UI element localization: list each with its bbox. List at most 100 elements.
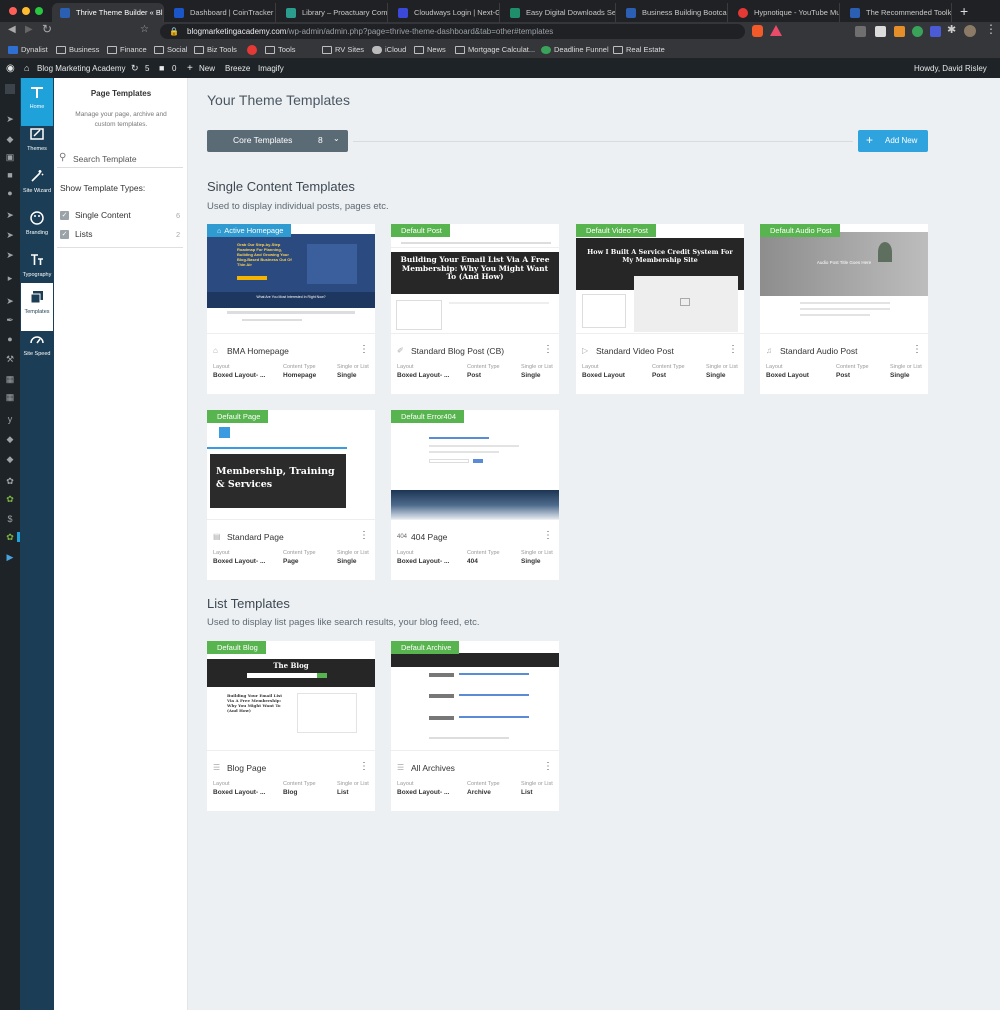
bookmark-item[interactable]: Dynalist: [8, 44, 48, 56]
leaf-icon[interactable]: ✿: [5, 532, 15, 542]
pin-icon[interactable]: ➤: [5, 230, 15, 240]
tools-icon[interactable]: ⚒: [5, 354, 15, 364]
template-preview[interactable]: Default Page Membership, Training & Serv…: [207, 410, 375, 520]
pin-icon[interactable]: ➤: [5, 296, 15, 306]
template-card[interactable]: Default Blog The Blog Building Your Emai…: [207, 641, 375, 811]
bookmark-folder[interactable]: Business: [56, 44, 99, 56]
thrive-dashboard-icon[interactable]: ●: [5, 188, 15, 198]
more-options-icon[interactable]: ⋮: [359, 761, 369, 773]
imagify-link[interactable]: Imagify: [258, 59, 284, 78]
brush-icon[interactable]: ✒: [5, 315, 15, 325]
pin-icon[interactable]: ➤: [5, 114, 15, 124]
howdy-user-link[interactable]: Howdy, David Risley: [914, 59, 987, 78]
template-preview[interactable]: Default Post Building Your Email List Vi…: [391, 224, 559, 334]
template-card[interactable]: Default Post Building Your Email List Vi…: [391, 224, 559, 394]
template-card[interactable]: Default Error404 404 404 Page ⋮ Layout Co…: [391, 410, 559, 580]
checkbox-checked-icon[interactable]: ✓: [60, 230, 69, 239]
site-name-link[interactable]: Blog Marketing Academy: [37, 59, 126, 78]
nav-site-wizard[interactable]: Site Wizard: [21, 162, 53, 210]
url-bar[interactable]: 🔒 blogmarketingacademy.com/wp-admin/admi…: [160, 24, 745, 39]
core-templates-dropdown[interactable]: Core Templates 8 ⌄: [207, 130, 348, 152]
template-card[interactable]: Default Archive ☰ All Archives ⋮ Layout C…: [391, 641, 559, 811]
bookmark-folder[interactable]: Real Estate: [613, 44, 665, 56]
add-new-button[interactable]: + Add New: [858, 130, 928, 152]
template-preview[interactable]: Default Error404: [391, 410, 559, 520]
extension-icon[interactable]: [894, 26, 905, 37]
close-window-icon[interactable]: [9, 7, 17, 15]
more-options-icon[interactable]: ⋮: [912, 344, 922, 356]
forward-icon[interactable]: ▶: [25, 24, 33, 35]
browser-tab[interactable]: Business Building Bootcamp: [618, 3, 728, 22]
more-options-icon[interactable]: ⋮: [543, 530, 553, 542]
pin-icon[interactable]: ➤: [5, 210, 15, 220]
nav-branding[interactable]: Branding: [21, 204, 53, 252]
back-icon[interactable]: ◀: [8, 24, 16, 35]
template-preview[interactable]: ⌂ Active Homepage Grab Our Step-by-Step R…: [207, 224, 375, 334]
template-card[interactable]: Default Page Membership, Training & Serv…: [207, 410, 375, 580]
media-icon[interactable]: ▣: [5, 152, 15, 162]
bookmark-item[interactable]: Deadline Funnel: [541, 44, 609, 56]
extension-icon[interactable]: [930, 26, 941, 37]
browser-tab[interactable]: Easy Digital Downloads Setti: [502, 3, 616, 22]
browser-tab[interactable]: The Recommended Toolkit -: [842, 3, 952, 22]
bookmark-folder[interactable]: RV Sites: [322, 44, 364, 56]
browser-tab[interactable]: Thrive Theme Builder « Bl: [52, 3, 164, 22]
leaf-icon[interactable]: ✿: [5, 494, 15, 504]
nav-site-speed[interactable]: Site Speed: [21, 325, 53, 373]
settings-icon[interactable]: ▦: [5, 374, 15, 384]
nav-home[interactable]: Home: [21, 78, 53, 126]
more-options-icon[interactable]: ⋮: [359, 344, 369, 356]
shield-icon[interactable]: ◆: [5, 434, 15, 444]
extension-icon[interactable]: [875, 26, 886, 37]
browser-tab[interactable]: Cloudways Login | Next-Gen: [390, 3, 500, 22]
bookmark-item[interactable]: Mortgage Calculat...: [455, 44, 535, 56]
checkbox-checked-icon[interactable]: ✓: [60, 211, 69, 220]
more-options-icon[interactable]: ⋮: [543, 344, 553, 356]
new-content-link[interactable]: New: [199, 59, 215, 78]
maximize-window-icon[interactable]: [35, 7, 43, 15]
nav-templates[interactable]: Templates: [21, 283, 53, 331]
plus-icon[interactable]: +: [187, 59, 193, 78]
megaphone-icon[interactable]: ▸: [5, 273, 15, 283]
comments-icon[interactable]: ■: [159, 59, 164, 78]
leaf-icon[interactable]: ✿: [5, 476, 15, 486]
bookmark-folder[interactable]: Finance: [107, 44, 147, 56]
dashboard-icon[interactable]: [5, 84, 15, 94]
template-card[interactable]: Default Video Post How I Built A Service…: [576, 224, 744, 394]
dollar-icon[interactable]: $: [5, 514, 15, 524]
profile-avatar[interactable]: [964, 25, 976, 37]
play-circle-icon[interactable]: ▶: [5, 552, 15, 562]
menu-icon[interactable]: ⋮: [985, 22, 997, 36]
browser-tab[interactable]: Dashboard | CoinTracker: [166, 3, 276, 22]
bookmark-red-icon[interactable]: [247, 45, 257, 55]
browser-tab[interactable]: Library – Proactuary Commun: [278, 3, 388, 22]
comments-menu-icon[interactable]: ■: [5, 170, 15, 180]
nav-themes[interactable]: Themes: [21, 120, 53, 168]
browser-tab[interactable]: Hypnotique - YouTube Mu: [730, 3, 840, 22]
pin-icon[interactable]: ➤: [5, 250, 15, 260]
updates-count[interactable]: 5: [145, 59, 149, 78]
bookmark-folder[interactable]: Biz Tools: [194, 44, 237, 56]
breeze-link[interactable]: Breeze: [225, 59, 250, 78]
bookmark-item[interactable]: iCloud: [372, 44, 406, 56]
template-preview[interactable]: Default Blog The Blog Building Your Emai…: [207, 641, 375, 751]
brave-shield-icon[interactable]: [752, 25, 763, 37]
rewards-icon[interactable]: [770, 25, 782, 36]
tag-icon[interactable]: ◆: [5, 134, 15, 144]
table-icon[interactable]: ▦: [5, 392, 15, 402]
search-template-input[interactable]: ⚲ Search Template: [57, 150, 183, 168]
yoast-icon[interactable]: y: [5, 414, 15, 424]
bookmark-icon[interactable]: ☆: [140, 24, 149, 35]
bookmark-folder[interactable]: Social: [154, 44, 187, 56]
comments-count[interactable]: 0: [172, 59, 176, 78]
template-card[interactable]: Default Audio Post Audio Post Title Goes…: [760, 224, 928, 394]
extension-icon[interactable]: [855, 26, 866, 37]
extension-icon[interactable]: [912, 26, 923, 37]
users-icon[interactable]: ●: [5, 334, 15, 344]
wordpress-logo-icon[interactable]: ◉: [6, 59, 15, 78]
minimize-window-icon[interactable]: [22, 7, 30, 15]
bookmark-folder[interactable]: Tools: [265, 44, 296, 56]
more-options-icon[interactable]: ⋮: [543, 761, 553, 773]
template-preview[interactable]: Default Video Post How I Built A Service…: [576, 224, 744, 334]
reload-icon[interactable]: ↻: [42, 22, 52, 36]
